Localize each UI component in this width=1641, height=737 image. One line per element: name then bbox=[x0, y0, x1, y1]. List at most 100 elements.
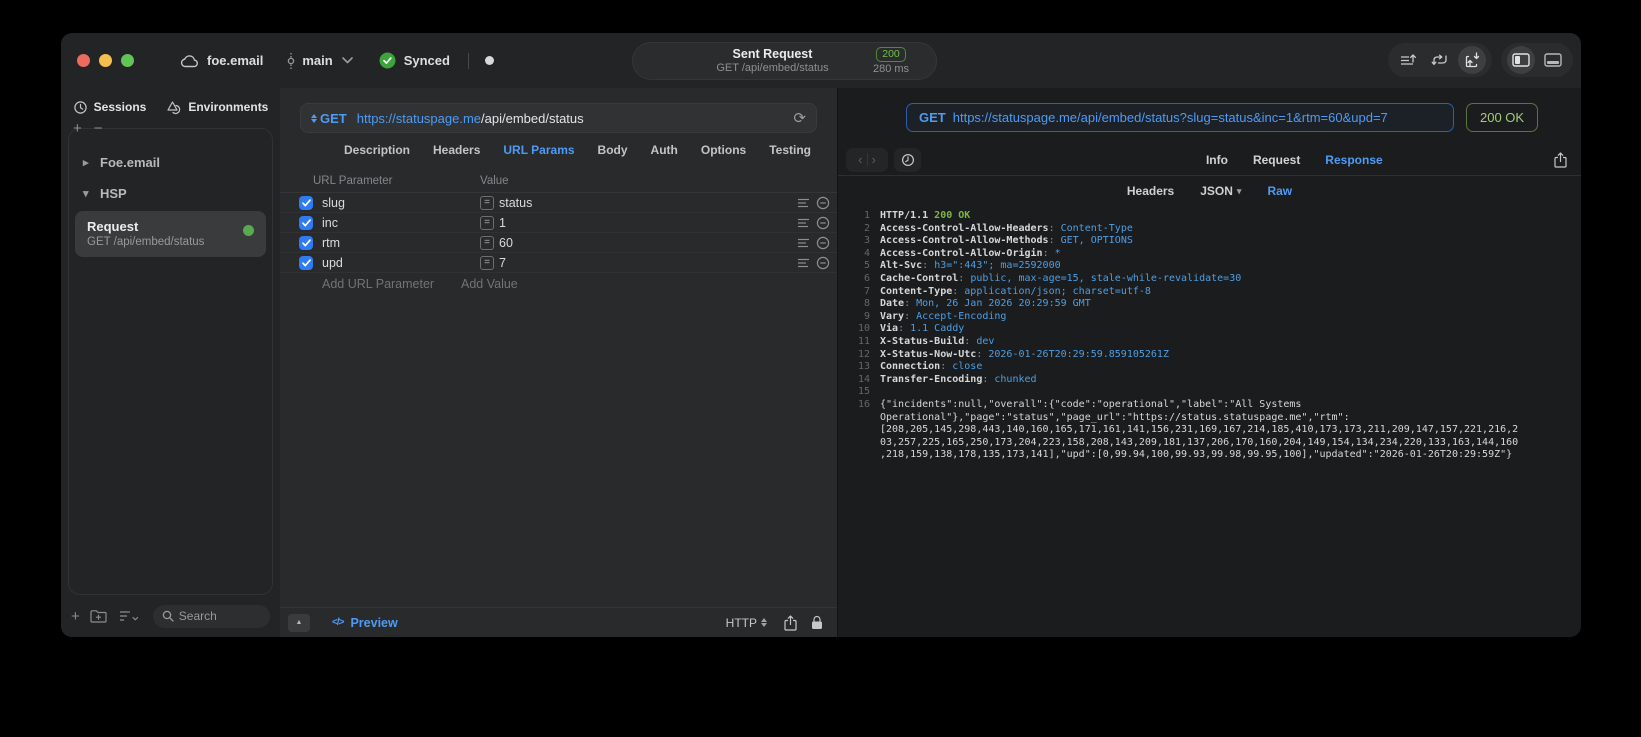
request-status-pill[interactable]: Sent Request GET /api/embed/status 200 2… bbox=[632, 42, 937, 80]
subtab-raw[interactable]: Raw bbox=[1267, 184, 1292, 198]
new-folder-button[interactable] bbox=[90, 609, 107, 623]
tab-headers[interactable]: Headers bbox=[433, 143, 480, 157]
response-url-box[interactable]: GET https://statuspage.me/api/embed/stat… bbox=[906, 102, 1454, 132]
http-status: 200 OK bbox=[934, 210, 971, 221]
tab-sessions[interactable]: Sessions bbox=[73, 100, 146, 115]
recording-dot[interactable] bbox=[484, 56, 494, 65]
history-nav[interactable]: ‹ › bbox=[846, 147, 888, 172]
param-name[interactable]: upd bbox=[322, 256, 480, 270]
minimize-window-button[interactable] bbox=[99, 54, 112, 67]
remove-row-icon[interactable] bbox=[816, 236, 830, 250]
import-export-button[interactable] bbox=[1458, 46, 1486, 74]
preview-button[interactable]: </> Preview bbox=[332, 616, 398, 630]
param-value[interactable]: 1 bbox=[499, 216, 797, 230]
param-value[interactable]: 60 bbox=[499, 236, 797, 250]
sort-list-button[interactable] bbox=[1394, 46, 1422, 74]
header-value: public, max-age=15, stale-while-revalida… bbox=[970, 272, 1242, 284]
request-method[interactable]: GET bbox=[320, 111, 347, 126]
tree-item-hsp[interactable]: ▾ HSP bbox=[69, 178, 272, 209]
layout-left-panel-icon bbox=[1512, 53, 1530, 67]
request-list-item-selected[interactable]: Request GET /api/embed/status bbox=[75, 211, 266, 257]
remove-row-icon[interactable] bbox=[816, 216, 830, 230]
table-row[interactable]: slug = status bbox=[280, 193, 837, 213]
sidebar-search[interactable] bbox=[152, 604, 270, 628]
code-icon: </> bbox=[332, 617, 345, 628]
row-detail-icon[interactable] bbox=[797, 258, 810, 268]
param-checkbox[interactable] bbox=[299, 215, 313, 230]
sort-filter-button[interactable] bbox=[119, 610, 139, 622]
row-detail-icon[interactable] bbox=[797, 218, 810, 228]
resend-request-icon[interactable]: ⟳ bbox=[793, 109, 806, 127]
row-detail-icon[interactable] bbox=[797, 238, 810, 248]
method-stepper-icon[interactable] bbox=[311, 113, 317, 123]
table-row[interactable]: upd = 7 bbox=[280, 253, 837, 273]
sync-status[interactable]: Synced bbox=[379, 52, 450, 69]
tab-response[interactable]: Response bbox=[1325, 153, 1382, 167]
param-name[interactable]: slug bbox=[322, 196, 480, 210]
protocol-selector[interactable]: HTTP bbox=[726, 616, 770, 630]
toggle-sidebar-button[interactable] bbox=[1507, 46, 1535, 74]
table-row[interactable]: rtm = 60 bbox=[280, 233, 837, 253]
tab-auth[interactable]: Auth bbox=[651, 143, 678, 157]
forward-icon[interactable]: › bbox=[872, 152, 876, 167]
request-url-path[interactable]: /api/embed/status bbox=[481, 111, 584, 126]
tree-item-foe-email[interactable]: ▸ Foe.email bbox=[69, 147, 272, 178]
add-url-parameter-field[interactable]: Add URL Parameter bbox=[280, 277, 461, 291]
remove-session-button[interactable]: − bbox=[94, 120, 103, 137]
param-checkbox[interactable] bbox=[299, 195, 313, 210]
search-icon bbox=[162, 610, 174, 622]
param-checkbox[interactable] bbox=[299, 235, 313, 250]
search-input[interactable] bbox=[178, 609, 261, 623]
header-name: X-Status-Build bbox=[880, 335, 965, 347]
tab-body[interactable]: Body bbox=[598, 143, 628, 157]
request-item-subtitle: GET /api/embed/status bbox=[87, 236, 205, 248]
param-name[interactable]: inc bbox=[322, 216, 480, 230]
lock-icon[interactable] bbox=[811, 615, 823, 630]
toggle-bottom-panel-button[interactable] bbox=[1539, 46, 1567, 74]
merge-branches-button[interactable] bbox=[1426, 46, 1454, 74]
tab-environments[interactable]: Environments bbox=[166, 100, 268, 115]
request-url-host[interactable]: https://statuspage.me bbox=[357, 111, 481, 126]
header-value: close bbox=[952, 361, 983, 373]
response-panel: GET https://statuspage.me/api/embed/stat… bbox=[837, 88, 1581, 637]
add-request-button[interactable]: + bbox=[71, 608, 80, 625]
back-icon[interactable]: ‹ bbox=[858, 152, 862, 167]
sessions-tree: ▸ Foe.email ▾ HSP Request GET /api/embed… bbox=[68, 128, 273, 595]
zoom-window-button[interactable] bbox=[121, 54, 134, 67]
param-value[interactable]: 7 bbox=[499, 256, 797, 270]
tab-info[interactable]: Info bbox=[1206, 153, 1228, 167]
header-name: Content-Type bbox=[880, 285, 953, 297]
nav-divider bbox=[866, 153, 868, 166]
equals-icon: = bbox=[480, 255, 494, 270]
tab-url-params[interactable]: URL Params bbox=[503, 143, 574, 157]
tab-testing[interactable]: Testing bbox=[769, 143, 811, 157]
request-url-bar[interactable]: GET https://statuspage.me/api/embed/stat… bbox=[300, 103, 817, 133]
expand-drawer-button[interactable]: ▲ bbox=[288, 613, 310, 632]
param-value[interactable]: status bbox=[499, 196, 797, 210]
tab-request[interactable]: Request bbox=[1253, 153, 1300, 167]
remove-row-icon[interactable] bbox=[816, 196, 830, 210]
remove-row-icon[interactable] bbox=[816, 256, 830, 270]
project-switcher[interactable]: foe.email bbox=[180, 53, 263, 68]
row-detail-icon[interactable] bbox=[797, 198, 810, 208]
header-name: Access-Control-Allow-Headers bbox=[880, 222, 1049, 234]
response-raw-view[interactable]: 1 HTTP/1.1 200 OK 2 Access-Control-Allow-… bbox=[838, 204, 1581, 637]
share-icon[interactable] bbox=[784, 614, 797, 631]
table-row[interactable]: inc = 1 bbox=[280, 213, 837, 233]
http-protocol: HTTP/1.1 bbox=[880, 210, 929, 221]
subtab-json[interactable]: JSON ▾ bbox=[1200, 184, 1241, 198]
close-window-button[interactable] bbox=[77, 54, 90, 67]
subtab-headers[interactable]: Headers bbox=[1127, 184, 1174, 198]
header-name: Alt-Svc bbox=[880, 260, 923, 272]
status-code-badge: 200 bbox=[876, 46, 906, 62]
tab-description[interactable]: Description bbox=[344, 143, 410, 157]
add-session-button[interactable]: + bbox=[73, 120, 82, 137]
param-checkbox[interactable] bbox=[299, 255, 313, 270]
export-response-icon[interactable] bbox=[1554, 151, 1567, 168]
add-value-field[interactable]: Add Value bbox=[461, 277, 518, 291]
app-window: foe.email main Synced Sent Request GET /… bbox=[61, 33, 1581, 637]
tab-options[interactable]: Options bbox=[701, 143, 746, 157]
history-clock-button[interactable] bbox=[894, 147, 921, 172]
param-name[interactable]: rtm bbox=[322, 236, 480, 250]
branch-selector[interactable]: main bbox=[285, 52, 353, 69]
